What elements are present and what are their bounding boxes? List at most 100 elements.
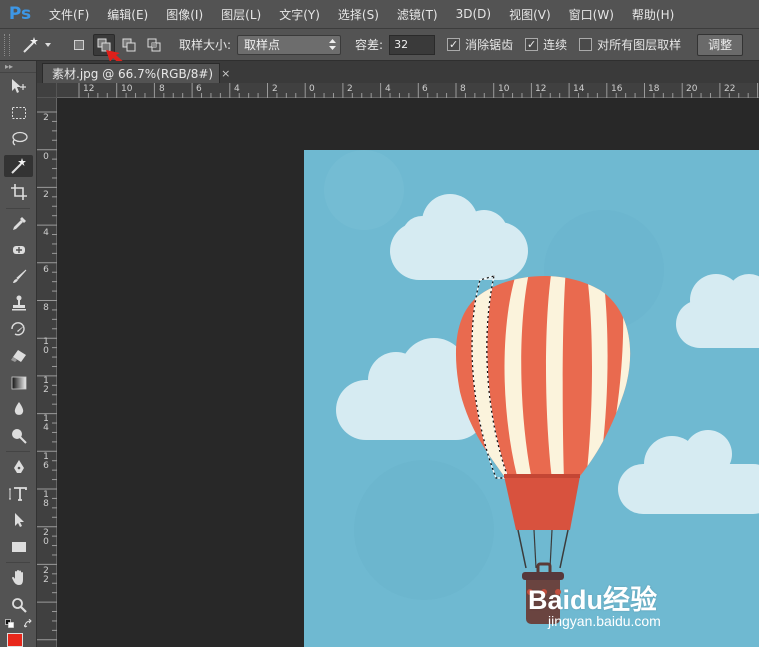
anti-alias-checkbox[interactable]: ✓ 消除锯齿 [447,36,513,53]
close-icon[interactable]: × [221,67,230,80]
updown-arrows-icon [329,39,337,50]
menu-filter[interactable]: 滤镜(T) [388,6,447,23]
h-ruler-label: 8 [159,84,165,94]
horizontal-ruler[interactable]: 12 10 8 6 4 2 0 2 4 6 8 10 12 14 16 18 2… [57,83,759,98]
tool-brush[interactable] [0,264,37,291]
contiguous-checkbox[interactable]: ✓ 连续 [525,36,567,53]
tool-eraser[interactable] [0,343,37,370]
menu-view[interactable]: 视图(V) [500,6,560,23]
tool-path-selection[interactable] [0,507,37,534]
tools-divider [6,207,30,209]
tool-preset-picker[interactable] [16,32,56,58]
tool-rectangle[interactable] [0,534,37,561]
tool-move[interactable] [0,73,37,100]
type-icon [8,486,27,501]
history-brush-icon [10,321,25,336]
v-ruler-label: 2 [43,113,49,123]
h-ruler-label: 16 [611,84,623,94]
document-tab[interactable]: 素材.jpg @ 66.7%(RGB/8#) × [42,63,230,83]
menu-bar: Ps 文件(F) 编辑(E) 图像(I) 图层(L) 文字(Y) 选择(S) 滤… [0,0,759,29]
h-ruler-label: 22 [724,84,736,94]
path-selection-icon [14,513,24,528]
v-ruler-label: 18 [43,490,49,509]
pen-icon [13,460,24,474]
v-ruler-label: 2 [43,190,49,200]
v-ruler-label: 12 [43,376,49,395]
tool-eyedropper[interactable] [0,211,37,238]
color-swatches[interactable] [2,619,36,647]
options-grip[interactable] [4,33,10,56]
h-ruler-label: 20 [686,84,698,94]
balloon-artwork [304,150,759,647]
checkmark-icon: ✓ [525,38,539,51]
app-logo: Ps [8,4,32,24]
watermark-url: jingyan.baidu.com [548,613,661,629]
sample-size-label: 取样大小: [179,38,232,52]
dodge-icon [11,428,27,444]
sample-all-layers-checkbox[interactable]: 对所有图层取样 [579,36,681,53]
menu-select[interactable]: 选择(S) [329,6,388,23]
tools-panel: ▸▸ [0,61,37,647]
v-ruler-label: 4 [43,228,49,238]
tool-gradient[interactable] [0,370,37,397]
default-colors-icon[interactable] [5,619,15,629]
ruler-origin[interactable] [37,83,57,98]
empty-checkbox-icon [579,38,593,51]
menu-3d[interactable]: 3D(D) [447,7,500,21]
new-selection-button[interactable] [68,34,90,56]
tool-healing-brush[interactable] [0,237,37,264]
crop-icon [10,184,27,201]
foreground-color-swatch[interactable] [7,633,23,647]
tool-dodge[interactable] [0,423,37,450]
hand-icon [11,570,23,586]
chevron-down-icon [45,42,51,47]
tool-blur[interactable] [0,396,37,423]
lasso-icon [11,132,28,146]
h-ruler-label: 12 [535,84,547,94]
v-ruler-label: 22 [43,566,49,585]
h-ruler-label: 12 [83,84,95,94]
swap-colors-icon[interactable] [24,619,34,629]
sample-size-select[interactable]: 取样点 [237,34,342,55]
vertical-ruler[interactable]: 2 0 2 4 6 8 10 12 14 16 18 20 22 [37,98,57,647]
anti-alias-label: 消除锯齿 [465,38,514,52]
magic-wand-icon [10,157,26,174]
tool-history-brush[interactable] [0,317,37,344]
image-canvas[interactable] [304,150,759,647]
tool-type[interactable] [0,481,37,508]
move-icon [11,79,26,94]
gradient-icon [11,376,26,390]
menu-help[interactable]: 帮助(H) [623,6,683,23]
menu-file[interactable]: 文件(F) [40,6,98,23]
tool-hand[interactable] [0,565,37,592]
panel-collapse-icon[interactable]: ▸▸ [0,61,36,73]
menu-image[interactable]: 图像(I) [157,6,212,23]
tool-pen[interactable] [0,454,37,481]
menu-edit[interactable]: 编辑(E) [98,6,157,23]
refine-edge-button[interactable]: 调整 [697,33,744,56]
h-ruler-label: 10 [498,84,510,94]
magic-wand-icon [23,36,38,53]
v-ruler-label: 14 [43,414,49,433]
v-ruler-label: 10 [43,337,49,356]
tool-magic-wand[interactable] [0,153,37,180]
tool-clone-stamp[interactable] [0,290,37,317]
tool-zoom[interactable] [0,592,37,619]
menu-type[interactable]: 文字(Y) [270,6,329,23]
menu-window[interactable]: 窗口(W) [560,6,623,23]
tool-crop[interactable] [0,179,37,206]
tool-marquee[interactable] [0,100,37,127]
marquee-icon [11,106,26,119]
h-ruler-label: 6 [422,84,428,94]
menu-layer[interactable]: 图层(L) [212,6,270,23]
h-ruler-label: 18 [648,84,660,94]
healing-brush-icon [12,246,25,255]
tolerance-input[interactable] [389,34,436,55]
intersect-selection-button[interactable] [143,34,165,56]
document-tab-title: 素材.jpg @ 66.7%(RGB/8#) [52,67,214,81]
tool-lasso[interactable] [0,126,37,153]
v-ruler-label: 8 [43,303,49,313]
sample-all-layers-label: 对所有图层取样 [597,38,682,52]
document-canvas-area[interactable] [58,99,759,647]
h-ruler-label: 2 [347,84,353,94]
